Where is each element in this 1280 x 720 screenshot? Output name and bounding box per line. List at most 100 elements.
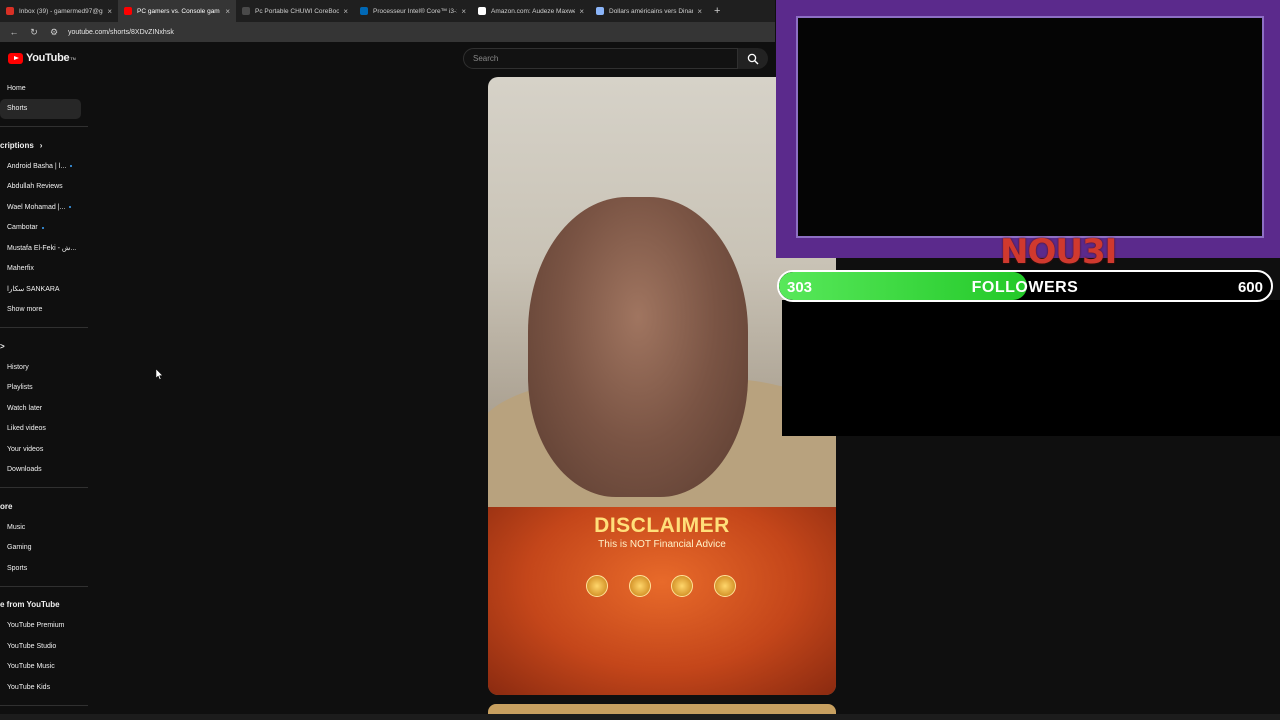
sidebar-divider: [0, 704, 88, 706]
new-content-dot-icon: [41, 226, 44, 229]
sidebar-item-label: History: [7, 363, 29, 371]
sidebar-item[interactable]: Your videos: [0, 439, 88, 460]
sidebar-item-label: Downloads: [7, 466, 42, 474]
sidebar-divider: [0, 327, 88, 328]
sidebar-item-label: YouTube Studio: [7, 642, 57, 650]
more-from-youtube-header-label: e from YouTube: [0, 600, 60, 609]
new-content-dot-icon: [69, 206, 72, 209]
sidebar-item[interactable]: Maherfix: [0, 259, 88, 280]
close-tab-icon[interactable]: ×: [697, 7, 702, 16]
sidebar-item[interactable]: Wael Mohamad |...: [0, 197, 88, 218]
browser-tab[interactable]: PC gamers vs. Console gam ×: [118, 0, 236, 22]
coin-icon: [671, 575, 694, 597]
back-icon[interactable]: ←: [8, 27, 20, 37]
country-code: TN: [70, 55, 76, 61]
tab-title: Processeur Intel® Core™ i3-10: [373, 7, 458, 15]
youtube-play-icon: [8, 52, 23, 64]
followers-label: FOLLOWERS: [971, 279, 1079, 296]
sidebar-item[interactable]: Abdullah Reviews: [0, 177, 88, 198]
search-button[interactable]: [738, 48, 768, 69]
sidebar-item-label: Sports: [7, 564, 28, 572]
browser-tab[interactable]: Processeur Intel® Core™ i3-10 ×: [354, 0, 472, 22]
sidebar-item-label: Home: [7, 84, 26, 92]
sidebar-item[interactable]: Watch later: [0, 398, 88, 419]
sidebar-item[interactable]: Playlists: [0, 378, 88, 399]
sidebar-item[interactable]: YouTube Premium: [0, 616, 88, 637]
sidebar-item-label: Show more: [7, 306, 43, 314]
os-taskbar: [0, 714, 1280, 720]
sidebar-item[interactable]: YouTube Kids: [0, 677, 88, 698]
sidebar-item[interactable]: Cambotar: [0, 218, 88, 239]
tab-title: Inbox (39) - gamermed97@gm: [19, 7, 104, 15]
sidebar-item[interactable]: Sports: [0, 558, 88, 579]
close-tab-icon[interactable]: ×: [461, 7, 466, 16]
followers-goal-bar: 303 FOLLOWERS 600: [777, 270, 1273, 302]
tab-favicon-icon: [478, 7, 486, 15]
sidebar-item[interactable]: Shorts: [0, 98, 81, 119]
coin-icon: [586, 575, 609, 597]
sidebar-divider: [0, 585, 88, 587]
sidebar-item-label: Shorts: [7, 105, 28, 113]
sidebar-item-label: Gaming: [7, 544, 32, 552]
sidebar-item[interactable]: YouTube Studio: [0, 636, 88, 657]
new-tab-button[interactable]: +: [708, 5, 726, 17]
new-content-dot-icon: [70, 165, 73, 168]
sidebar-item-label: Cambotar: [7, 224, 38, 232]
explore-header-label: ore: [0, 501, 13, 511]
coins-graphic: [576, 569, 746, 603]
sidebar-item-label: Abdullah Reviews: [7, 183, 63, 191]
youtube-wordmark: YouTube: [26, 52, 70, 64]
tab-title: Amazon.com: Audeze Maxwell: [491, 7, 576, 15]
you-header-label: >: [0, 341, 5, 351]
sidebar-item[interactable]: Mustafa El-Feki - ش...: [0, 238, 88, 259]
sidebar-item[interactable]: Downloads: [0, 460, 88, 481]
sidebar-item[interactable]: History: [0, 357, 88, 378]
tab-favicon-icon: [596, 7, 604, 15]
sidebar-item[interactable]: Liked videos: [0, 419, 88, 440]
browser-tab-bar: Inbox (39) - gamermed97@gm × PC gamers vs.…: [0, 0, 775, 22]
sidebar-item[interactable]: Gaming: [0, 538, 88, 559]
sidebar-divider: [0, 126, 88, 127]
streamer-name: NOU3I: [1000, 232, 1117, 272]
subscriptions-header[interactable]: criptions ›: [0, 134, 88, 156]
browser-tab[interactable]: Dollars américains vers Dinars ×: [590, 0, 708, 22]
coin-icon: [713, 575, 736, 597]
browser-tab[interactable]: Inbox (39) - gamermed97@gm ×: [0, 0, 118, 22]
sidebar-item[interactable]: YouTube Music: [0, 657, 88, 678]
search-input[interactable]: Search: [463, 48, 738, 69]
more-from-youtube-header[interactable]: e from YouTube: [0, 594, 88, 616]
close-tab-icon[interactable]: ×: [225, 7, 230, 16]
sidebar-item-label: YouTube Kids: [7, 683, 51, 691]
youtube-logo[interactable]: YouTube TN: [8, 52, 76, 64]
explore-header[interactable]: ore: [0, 495, 88, 517]
sidebar-item-label: Music: [7, 523, 26, 531]
close-tab-icon[interactable]: ×: [343, 7, 348, 16]
mouse-cursor-icon: [156, 369, 163, 380]
disclaimer-banner: DISCLAIMER This is NOT Financial Advice: [488, 507, 836, 695]
sidebar-item[interactable]: سكارا SANKARA: [0, 279, 88, 300]
sidebar-divider: [0, 487, 88, 488]
close-tab-icon[interactable]: ×: [107, 7, 112, 16]
sidebar-item[interactable]: Music: [0, 517, 88, 538]
sidebar-item-label: Your videos: [7, 445, 44, 453]
stream-overlay-screen: [796, 16, 1264, 238]
reload-icon[interactable]: ↻: [28, 27, 40, 38]
url-text[interactable]: youtube.com/shorts/8XDvZINxhsk: [68, 29, 174, 36]
sidebar-item-label: YouTube Music: [7, 663, 55, 671]
tab-favicon-icon: [242, 7, 250, 15]
tab-title: Dollars américains vers Dinars: [609, 7, 694, 15]
browser-tab[interactable]: Amazon.com: Audeze Maxwell ×: [472, 0, 590, 22]
tab-favicon-icon: [6, 7, 14, 15]
sidebar-item-label: Wael Mohamad |...: [7, 203, 66, 211]
site-settings-icon[interactable]: ⚙: [48, 27, 60, 38]
search-placeholder: Search: [473, 54, 499, 63]
browser-tab[interactable]: Pc Portable CHUWI CoreBook ×: [236, 0, 354, 22]
tab-favicon-icon: [360, 7, 368, 15]
you-header[interactable]: >: [0, 335, 88, 357]
sidebar-item[interactable]: Android Basha | ا...: [0, 156, 88, 177]
disclaimer-subtitle: This is NOT Financial Advice: [598, 539, 726, 550]
close-tab-icon[interactable]: ×: [579, 7, 584, 16]
video-frame-person: [528, 197, 748, 497]
sidebar-item[interactable]: Home: [0, 78, 88, 99]
sidebar-item[interactable]: Show more: [0, 300, 88, 321]
